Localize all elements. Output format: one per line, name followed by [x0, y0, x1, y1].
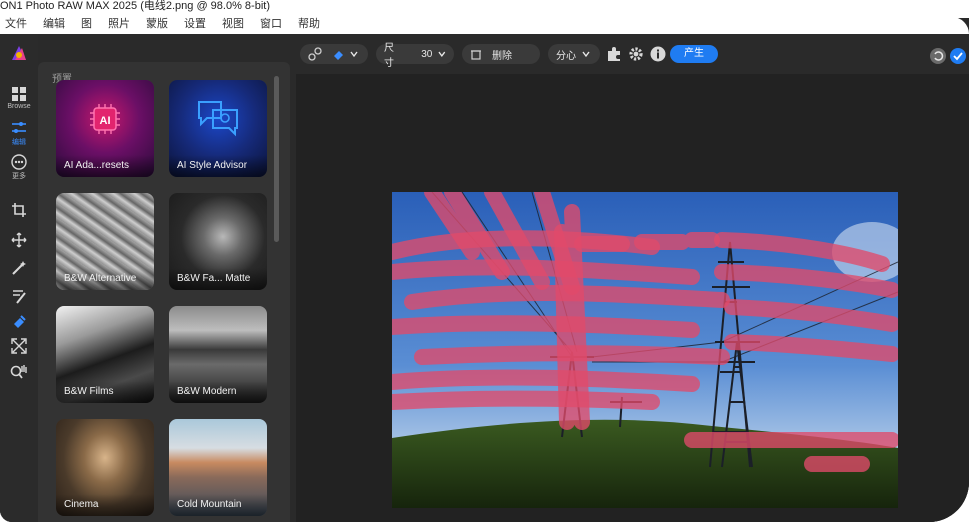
menu-photo[interactable]: 照片 — [108, 17, 130, 31]
menu-edit[interactable]: 编辑 — [43, 17, 65, 31]
preset-cold-mountain[interactable]: Cold Mountain — [169, 419, 267, 516]
remove-label: 删除 — [492, 50, 512, 62]
menu-file[interactable]: 文件 — [5, 17, 27, 31]
ai-chip-icon: AI — [90, 104, 120, 134]
window-title: ON1 Photo RAW MAX 2025 (电线2.png @ 98.0% … — [0, 0, 270, 12]
crop-icon — [12, 203, 26, 217]
menu-window[interactable]: 窗口 — [260, 17, 282, 31]
reset-icon[interactable] — [930, 48, 946, 64]
eraser-icon — [14, 315, 26, 328]
menu-mask[interactable]: 蒙版 — [146, 17, 168, 31]
preset-bw-modern[interactable]: B&W Modern — [169, 306, 267, 403]
presets-panel: 预置 AI AI Ada...resets AI Style Advi — [38, 62, 290, 522]
chat-bulb-icon — [198, 101, 238, 137]
title-bar: ON1 Photo RAW MAX 2025 (电线2.png @ 98.0% … — [0, 0, 969, 18]
apply-check-icon[interactable] — [950, 48, 966, 64]
info-icon[interactable] — [650, 46, 666, 62]
trash-icon — [471, 50, 481, 60]
app-logo-icon — [12, 46, 26, 60]
preset-label: Cold Mountain — [169, 494, 267, 516]
browse-label: Browse — [7, 103, 31, 110]
preset-ai-style-advisor[interactable]: AI Style Advisor — [169, 80, 267, 177]
zoom-pan-tool[interactable] — [0, 364, 38, 380]
preset-cinema[interactable]: Cinema — [56, 419, 154, 516]
chevron-down-icon — [582, 51, 590, 58]
grid-icon — [12, 87, 26, 101]
preset-bw-films[interactable]: B&W Films — [56, 306, 154, 403]
chevron-down-icon — [350, 51, 358, 58]
svg-text:AI: AI — [100, 115, 111, 127]
brush-size-control[interactable]: 尺寸 30 — [376, 43, 454, 69]
preset-label: B&W Films — [56, 381, 154, 403]
chevron-down-icon — [438, 51, 446, 58]
preset-bw-faded-matte[interactable]: B&W Fa... Matte — [169, 193, 267, 290]
brush-mode-pill[interactable] — [300, 44, 368, 64]
menu-settings[interactable]: 设置 — [184, 17, 206, 31]
eraser-tool[interactable] — [0, 314, 38, 330]
edit-tool[interactable]: 编辑 — [0, 120, 38, 147]
link-icon — [308, 47, 322, 61]
preset-label: B&W Alternative — [56, 268, 154, 290]
menu-layer[interactable]: 图 — [81, 17, 92, 31]
browse-tool[interactable]: Browse — [0, 86, 38, 110]
preset-ai-adaptive[interactable]: AI AI Ada...resets — [56, 80, 154, 177]
photo-preview[interactable] — [392, 192, 898, 508]
move-icon — [11, 232, 27, 248]
menu-help[interactable]: 帮助 — [298, 17, 320, 31]
magic-wand-icon — [12, 261, 26, 275]
size-label: 尺寸 — [384, 43, 394, 69]
panel-scrollbar[interactable] — [274, 76, 279, 242]
tool-options-bar: 尺寸 30 删除 分心 产生 — [296, 43, 969, 69]
menu-bar: 文件 编辑 图 照片 蒙版 设置 视图 窗口 帮助 — [0, 17, 969, 34]
gear-icon[interactable] — [628, 46, 644, 62]
more-tool[interactable]: 更多 — [0, 154, 38, 181]
preset-label: B&W Modern — [169, 381, 267, 403]
resize-tool[interactable] — [0, 338, 38, 354]
preset-bw-alternative[interactable]: B&W Alternative — [56, 193, 154, 290]
eraser-icon — [334, 51, 343, 60]
transform-tool[interactable] — [0, 232, 38, 248]
zoom-hand-icon — [10, 365, 27, 379]
size-value[interactable]: 30 — [421, 49, 432, 60]
more-label: 更多 — [12, 173, 26, 180]
preset-label: B&W Fa... Matte — [169, 268, 267, 290]
remove-button[interactable]: 删除 — [462, 44, 540, 64]
mode-dropdown[interactable]: 分心 — [548, 44, 600, 64]
edit-label: 编辑 — [12, 139, 26, 146]
expand-icon — [11, 338, 27, 354]
puzzle-icon[interactable] — [606, 46, 622, 62]
effects-brush-tool[interactable] — [0, 260, 38, 276]
tool-rail: Browse 编辑 更多 — [0, 34, 38, 522]
more-dots-icon — [11, 154, 27, 170]
preset-label: AI Style Advisor — [169, 155, 267, 177]
preset-label: Cinema — [56, 494, 154, 516]
mode-label: 分心 — [556, 50, 576, 62]
menu-view[interactable]: 视图 — [222, 17, 244, 31]
mask-brush-tool[interactable] — [0, 288, 38, 304]
produce-button[interactable]: 产生 — [670, 45, 718, 63]
preset-label: AI Ada...resets — [56, 155, 154, 177]
mask-brush-icon — [13, 290, 26, 304]
sliders-icon — [12, 122, 26, 133]
crop-tool[interactable] — [0, 202, 38, 218]
app-window: ON1 Photo RAW MAX 2025 (电线2.png @ 98.0% … — [0, 0, 969, 522]
